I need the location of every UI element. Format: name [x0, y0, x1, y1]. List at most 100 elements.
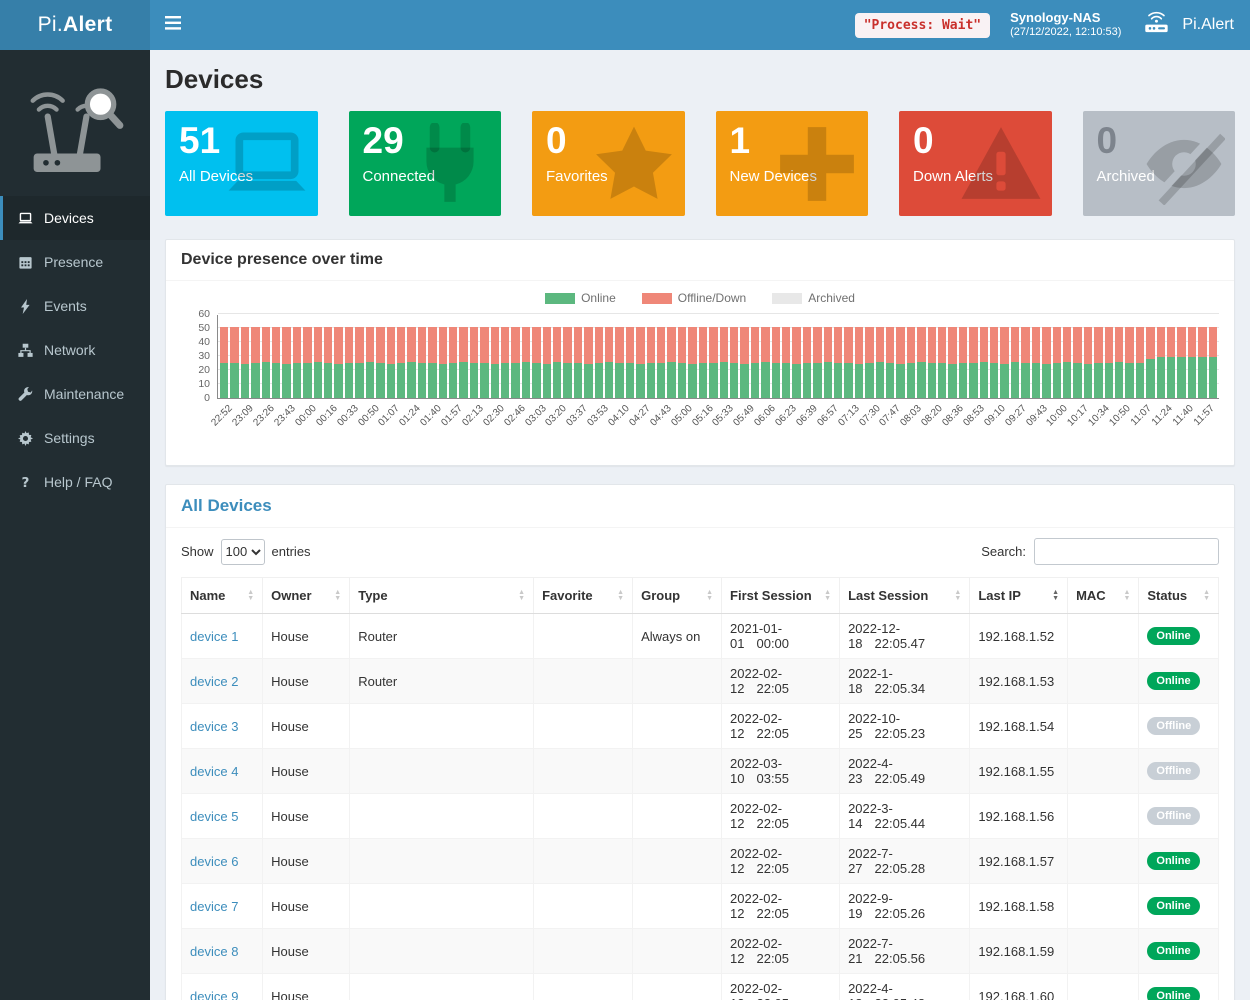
info-box-archived[interactable]: 0Archived — [1083, 111, 1236, 216]
presence-bar — [262, 327, 270, 398]
x-tick-label: 00:16 — [314, 403, 339, 428]
sidebar-nav: DevicesPresenceEventsNetworkMaintenanceS… — [0, 196, 150, 504]
sitemap-icon — [18, 343, 33, 358]
info-box-all-devices[interactable]: 51All Devices — [165, 111, 318, 216]
sidebar-item-settings[interactable]: Settings — [0, 416, 150, 460]
legend-label: Offline/Down — [678, 291, 746, 305]
presence-bar — [813, 327, 821, 398]
presence-bar — [1021, 327, 1029, 398]
info-box-favorites[interactable]: 0Favorites — [532, 111, 685, 216]
sidebar-item-maintenance[interactable]: Maintenance — [0, 372, 150, 416]
laptop-icon — [226, 123, 308, 205]
column-header-last-session[interactable]: Last Session▲▼ — [840, 578, 970, 614]
app-name: Pi.Alert — [1182, 16, 1234, 34]
device-link[interactable]: device 4 — [190, 764, 238, 779]
column-header-name[interactable]: Name▲▼ — [182, 578, 263, 614]
device-link[interactable]: device 7 — [190, 899, 238, 914]
online-segment — [262, 362, 270, 398]
offline-segment — [449, 327, 457, 363]
offline-segment — [355, 327, 363, 363]
sidebar-item-devices[interactable]: Devices — [0, 196, 150, 240]
entries-select[interactable]: 100 — [221, 539, 265, 565]
presence-bar — [314, 327, 322, 398]
offline-segment — [1042, 327, 1050, 365]
cell-first-session: 2022-02-1222:05 — [722, 974, 840, 1000]
x-tick-label: 23:26 — [251, 403, 276, 428]
cell-owner: House — [263, 614, 350, 659]
device-link[interactable]: device 9 — [190, 989, 238, 1000]
cell-last-session: 2022-1-1822:05.34 — [840, 659, 970, 704]
offline-segment — [605, 327, 613, 362]
cell-last-ip: 192.168.1.52 — [970, 614, 1068, 659]
column-header-status[interactable]: Status▲▼ — [1139, 578, 1219, 614]
sidebar-item-network[interactable]: Network — [0, 328, 150, 372]
brand-logo[interactable]: Pi.Alert — [0, 0, 150, 50]
search-label: Search: — [981, 544, 1026, 559]
offline-segment — [782, 327, 790, 363]
sidebar-item-presence[interactable]: Presence — [0, 240, 150, 284]
online-segment — [1146, 359, 1154, 398]
device-link[interactable]: device 5 — [190, 809, 238, 824]
offline-segment — [876, 327, 884, 362]
last-session-time: 22:05.47 — [875, 636, 926, 651]
device-link[interactable]: device 8 — [190, 944, 238, 959]
cell-mac — [1068, 614, 1139, 659]
column-header-inner: MAC▲▼ — [1076, 588, 1130, 603]
info-box-connected[interactable]: 29Connected — [349, 111, 502, 216]
cell-last-ip: 192.168.1.55 — [970, 749, 1068, 794]
cell-type — [350, 929, 534, 974]
presence-bar — [688, 327, 696, 398]
column-header-owner[interactable]: Owner▲▼ — [263, 578, 350, 614]
presence-bar — [1209, 327, 1217, 398]
cell-last-session: 2022-9-1922:05.26 — [840, 884, 970, 929]
x-tick-label: 06:23 — [773, 403, 798, 428]
column-header-favorite[interactable]: Favorite▲▼ — [534, 578, 633, 614]
presence-bar — [647, 327, 655, 398]
search-input[interactable] — [1034, 538, 1219, 565]
presence-bar — [584, 327, 592, 398]
x-tick-label: 09:27 — [1003, 403, 1028, 428]
sidebar-item-events[interactable]: Events — [0, 284, 150, 328]
column-header-first-session[interactable]: First Session▲▼ — [722, 578, 840, 614]
cell-owner: House — [263, 704, 350, 749]
x-tick-label: 02:46 — [502, 403, 527, 428]
first-session-time: 03:55 — [756, 771, 789, 786]
online-segment — [282, 364, 290, 398]
device-link[interactable]: device 2 — [190, 674, 238, 689]
online-segment — [959, 363, 967, 398]
nas-icon — [1141, 11, 1173, 40]
online-segment — [688, 364, 696, 398]
last-session-time: 22:05.28 — [875, 861, 926, 876]
online-segment — [772, 363, 780, 398]
column-header-type[interactable]: Type▲▼ — [350, 578, 534, 614]
column-header-last-ip[interactable]: Last IP▲▼ — [970, 578, 1068, 614]
info-box-down-alerts[interactable]: 0Down Alerts — [899, 111, 1052, 216]
offline-segment — [1188, 327, 1196, 358]
presence-bar — [387, 327, 395, 398]
device-link[interactable]: device 6 — [190, 854, 238, 869]
brand-prefix: Pi. — [38, 13, 63, 37]
online-segment — [1105, 363, 1113, 398]
presence-bar — [522, 327, 530, 398]
offline-segment — [688, 327, 696, 365]
cell-name: device 6 — [182, 839, 263, 884]
device-link[interactable]: device 3 — [190, 719, 238, 734]
presence-bar — [459, 327, 467, 398]
info-box-new-devices[interactable]: 1New Devices — [716, 111, 869, 216]
device-link[interactable]: device 1 — [190, 629, 238, 644]
pialert-logo — [0, 50, 150, 196]
column-header-group[interactable]: Group▲▼ — [633, 578, 722, 614]
presence-bar — [1053, 327, 1061, 398]
online-segment — [605, 362, 613, 398]
table-row: device 2HouseRouter2022-02-1222:052022-1… — [182, 659, 1219, 704]
sidebar-item-help-faq[interactable]: ?Help / FAQ — [0, 460, 150, 504]
offline-segment — [439, 327, 447, 365]
offline-segment — [1157, 327, 1165, 358]
online-segment — [699, 363, 707, 398]
column-header-mac[interactable]: MAC▲▼ — [1068, 578, 1139, 614]
offline-segment — [917, 327, 925, 362]
sidebar-toggle-button[interactable] — [150, 0, 196, 50]
cell-first-session: 2022-02-1222:05 — [722, 794, 840, 839]
offline-segment — [907, 327, 915, 363]
online-segment — [667, 362, 675, 398]
